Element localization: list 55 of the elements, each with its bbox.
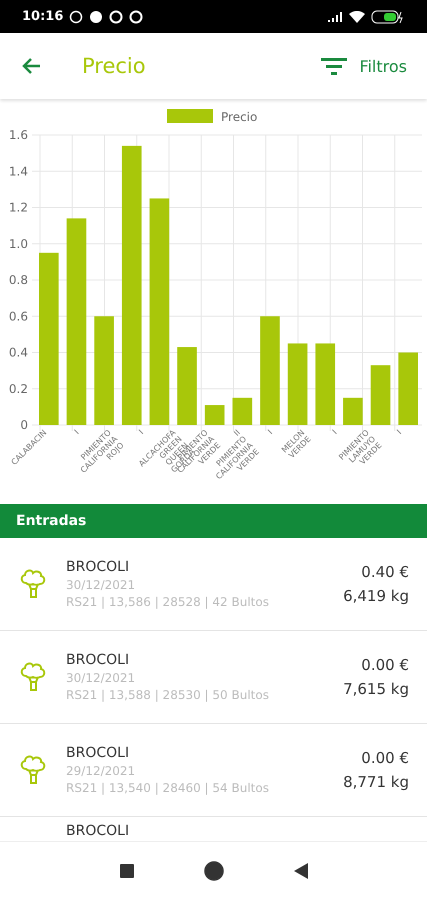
y-tick-label: 1.4 xyxy=(8,164,28,178)
x-axis-label: I xyxy=(72,428,81,436)
y-tick-label: 1.6 xyxy=(8,128,28,142)
battery-icon xyxy=(371,10,405,24)
entry-details: RS21 | 13,540 | 28460 | 54 Bultos xyxy=(66,781,270,795)
filter-icon xyxy=(321,57,348,75)
y-tick-label: 0.6 xyxy=(8,309,28,324)
bar xyxy=(343,398,363,425)
entry-name: BROCOLI xyxy=(66,652,130,668)
wifi-icon xyxy=(349,10,365,22)
legend-label: Precio xyxy=(221,110,258,124)
filter-button[interactable]: Filtros xyxy=(321,56,407,76)
entry-name: BROCOLI xyxy=(66,823,130,839)
entry-price: 0.00 € xyxy=(361,656,409,674)
bar xyxy=(232,398,252,425)
entry-date: 30/12/2021 xyxy=(66,671,136,685)
y-tick-label: 1.0 xyxy=(8,236,28,251)
notification-icon xyxy=(89,10,104,24)
screen-title: Precio xyxy=(82,54,147,78)
entry-details: RS21 | 13,586 | 28528 | 42 Bultos xyxy=(66,595,270,609)
y-tick-label: 0.2 xyxy=(8,382,28,396)
x-axis-label: I xyxy=(266,428,274,436)
status-time: 10:16 xyxy=(22,9,64,24)
entry-details: RS21 | 13,588 | 28530 | 50 Bultos xyxy=(66,688,270,702)
entry-name: BROCOLI xyxy=(66,559,130,575)
entry-price: 0.40 € xyxy=(361,563,409,581)
y-tick-label: 0.4 xyxy=(8,346,28,360)
bar xyxy=(204,405,224,425)
back-nav-icon[interactable] xyxy=(294,863,308,879)
entry-weight: 8,771 kg xyxy=(343,773,409,791)
entry-name: BROCOLI xyxy=(66,745,130,761)
x-axis-label: I xyxy=(330,428,339,436)
entry-price: 0.00 € xyxy=(361,749,409,767)
notification-icon xyxy=(129,10,144,24)
entry-date: 30/12/2021 xyxy=(66,578,136,592)
bar xyxy=(370,365,390,425)
y-tick-label: 0 xyxy=(20,418,28,432)
y-tick-label: 1.2 xyxy=(8,200,28,214)
broccoli-icon xyxy=(18,753,48,787)
entry-weight: 7,615 kg xyxy=(343,680,409,698)
entry-weight: 6,419 kg xyxy=(343,587,409,605)
signal-icon xyxy=(327,10,343,22)
entry-date: 29/12/2021 xyxy=(66,764,136,778)
broccoli-icon xyxy=(18,660,48,694)
home-icon[interactable] xyxy=(204,861,224,881)
chart-legend: Precio xyxy=(167,109,258,124)
broccoli-icon xyxy=(18,567,48,601)
entry-row[interactable]: BROCOLI 30/12/2021 RS21 | 13,588 | 28530 | 50 Bultos 0.00 € 7,615 kg xyxy=(0,631,427,724)
entry-row[interactable]: BROCOLI 29/12/2021 RS21 | 13,540 | 28460 | 54 Bultos 0.00 € 8,771 kg xyxy=(0,724,427,817)
x-axis-label: I xyxy=(395,428,404,436)
notification-icon xyxy=(109,10,124,24)
y-tick-label: 0.8 xyxy=(8,273,28,287)
entry-row[interactable]: BROCOLI 30/12/2021 RS21 | 13,586 | 28528 | 42 Bultos 0.40 € 6,419 kg xyxy=(0,538,427,631)
section-title: Entradas xyxy=(16,513,86,529)
recents-icon[interactable] xyxy=(120,864,134,878)
